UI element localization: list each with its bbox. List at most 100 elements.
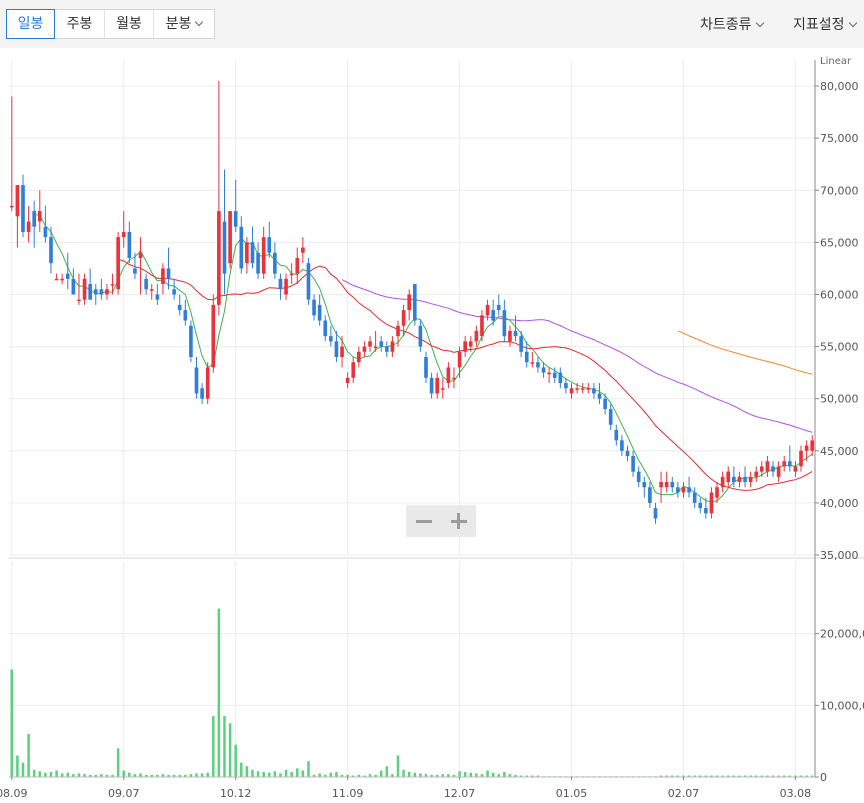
candle-body [26, 221, 31, 232]
stock-chart[interactable]: 35,000 40,000 45,000 50,000 55,000 60,000 65,0… [0, 0, 864, 803]
candle-body [508, 330, 512, 342]
volume-bar [228, 723, 232, 777]
candle-body [480, 315, 484, 337]
candle-body [205, 367, 210, 399]
candle-body [787, 461, 792, 467]
candle-body [362, 346, 367, 352]
volume-bar [234, 744, 237, 777]
volume-bar [307, 761, 310, 777]
candle-body [15, 185, 20, 217]
x-tick-label: 03.08 [780, 787, 812, 800]
volume-bar [44, 772, 47, 777]
volume-bar [458, 771, 461, 777]
candle-body [412, 284, 417, 321]
y-tick-label: 45,000 [820, 445, 859, 458]
volume-bar [318, 773, 321, 777]
volume-bar [284, 769, 288, 777]
candle-body [776, 466, 781, 477]
candle-body [536, 362, 540, 368]
candle-body [429, 377, 434, 394]
candle-body [166, 268, 171, 279]
candle-body [172, 289, 176, 295]
volume-bar [55, 770, 58, 777]
ma5-line [34, 213, 813, 503]
candle-body [547, 372, 551, 375]
candle-body [474, 330, 479, 342]
candle-body [37, 211, 42, 222]
candle-body [373, 346, 378, 349]
candle-body [720, 476, 725, 488]
volume-bar [21, 762, 25, 777]
x-tick-label: 11.09 [332, 787, 364, 800]
candle-body [726, 471, 731, 483]
candle-body [799, 450, 803, 467]
candle-body [261, 237, 266, 274]
volume-bar [128, 772, 131, 777]
x-tick-label: 12.07 [444, 787, 476, 800]
candle-body [653, 508, 658, 519]
candle-body [194, 367, 199, 394]
candle-body [440, 388, 445, 390]
candle-body [312, 299, 316, 316]
volume-bar [116, 748, 120, 777]
candle-body [250, 242, 255, 264]
volume-bar [206, 772, 209, 777]
candle-body [748, 476, 753, 483]
candle-body [485, 304, 490, 316]
volume-bar [200, 773, 204, 777]
candle-body [659, 482, 663, 488]
candle-body [71, 278, 76, 295]
zoom-in-button[interactable] [441, 505, 476, 537]
candle-body [698, 502, 703, 509]
y-tick-label: 55,000 [820, 341, 859, 354]
candle-body [189, 325, 193, 357]
candle-body [558, 372, 563, 384]
candle-body [709, 492, 714, 514]
candle-body [211, 304, 216, 368]
candle-body [121, 231, 126, 238]
candle-body [452, 377, 456, 380]
volume-bar [413, 772, 417, 777]
candle-body [138, 252, 143, 258]
volume-bar [256, 771, 260, 777]
volume-bar [335, 771, 338, 777]
volume-bar [419, 773, 422, 777]
y-tick-label: 75,000 [820, 132, 859, 145]
volume-bar [49, 771, 53, 777]
candle-body [446, 367, 451, 384]
candle-body [636, 471, 641, 483]
volume-bar [491, 772, 495, 777]
volume-bar [223, 716, 226, 777]
candle-body [273, 252, 277, 274]
candle-body [396, 325, 400, 337]
candle-body [575, 388, 579, 390]
x-tick-label: 08.09 [0, 787, 28, 800]
volume-bar [10, 669, 14, 777]
candle-body [149, 289, 154, 291]
volume-bar [27, 734, 30, 777]
volume-bar [301, 770, 305, 777]
volume-bar [268, 772, 271, 777]
candle-body [407, 294, 412, 311]
zoom-out-button[interactable] [406, 505, 441, 537]
x-tick-label: 01.05 [556, 787, 588, 800]
candle-body [704, 508, 708, 514]
x-tick-label: 10.12 [220, 787, 252, 800]
candle-body [228, 211, 232, 264]
candle-body [569, 388, 574, 394]
candle-body [418, 325, 423, 347]
candle-body [200, 388, 204, 399]
candle-body [329, 336, 333, 342]
y-tick-label: 35,000 [820, 549, 859, 562]
candle-body [161, 268, 165, 285]
candle-body [127, 231, 132, 258]
candle-body [323, 320, 328, 337]
candle-body [502, 310, 507, 337]
candle-body [580, 388, 585, 390]
candle-body [384, 346, 389, 352]
candle-body [9, 205, 14, 208]
scale-mode-label[interactable]: Linear [820, 56, 852, 67]
y-tick-label: 70,000 [820, 184, 859, 197]
candle-body [760, 466, 764, 472]
candle-body [54, 278, 59, 281]
